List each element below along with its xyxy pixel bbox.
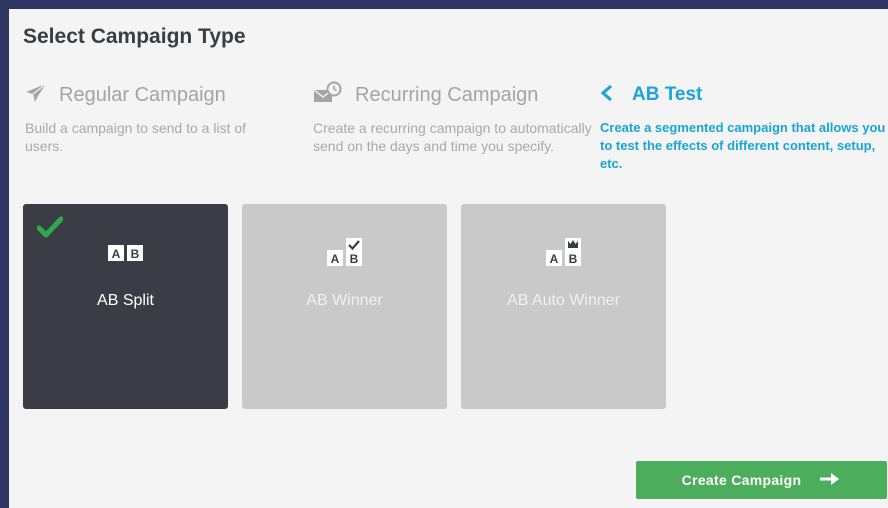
campaign-type-ab-test[interactable]: AB Test Create a segmented campaign that… (600, 81, 888, 173)
checkmark-icon (36, 216, 64, 243)
recurring-mail-icon (313, 81, 343, 110)
ab-winner-icon: A B (325, 237, 365, 272)
campaign-type-recurring-label: Recurring Campaign (355, 83, 539, 106)
campaign-type-recurring[interactable]: Recurring Campaign Create a recurring ca… (313, 81, 603, 155)
ab-split-label: AB Split (97, 292, 154, 309)
arrow-right-icon (819, 472, 841, 489)
svg-text:A: A (330, 252, 339, 266)
ab-winner-tile[interactable]: A B AB Winner (242, 204, 447, 409)
campaign-type-ab-test-label: AB Test (632, 84, 703, 105)
campaign-type-regular-label: Regular Campaign (59, 83, 226, 106)
paper-plane-icon (25, 83, 47, 108)
ab-split-tile[interactable]: A B AB Split (23, 204, 228, 409)
svg-text:B: B (568, 252, 577, 266)
ab-winner-label: AB Winner (306, 292, 383, 309)
ab-auto-winner-icon: A B (544, 237, 584, 272)
svg-text:A: A (111, 247, 120, 261)
page-title: Select Campaign Type (23, 25, 246, 48)
campaign-type-panel: Select Campaign Type Regular Campaign Bu… (9, 9, 888, 508)
create-campaign-label: Create Campaign (681, 472, 802, 488)
ab-split-icon: A B (106, 237, 146, 272)
campaign-type-regular[interactable]: Regular Campaign Build a campaign to sen… (25, 81, 285, 155)
svg-text:B: B (349, 252, 358, 266)
back-chevron-icon[interactable] (600, 83, 614, 107)
ab-auto-winner-label: AB Auto Winner (507, 292, 620, 309)
campaign-type-recurring-description: Create a recurring campaign to automatic… (313, 120, 592, 154)
campaign-type-regular-description: Build a campaign to send to a list of us… (25, 120, 247, 154)
svg-text:A: A (549, 252, 558, 266)
campaign-type-ab-test-description: Create a segmented campaign that allows … (600, 120, 886, 171)
create-campaign-button[interactable]: Create Campaign (636, 461, 887, 499)
ab-auto-winner-tile[interactable]: A B AB Auto Winner (461, 204, 666, 409)
svg-text:B: B (130, 247, 139, 261)
